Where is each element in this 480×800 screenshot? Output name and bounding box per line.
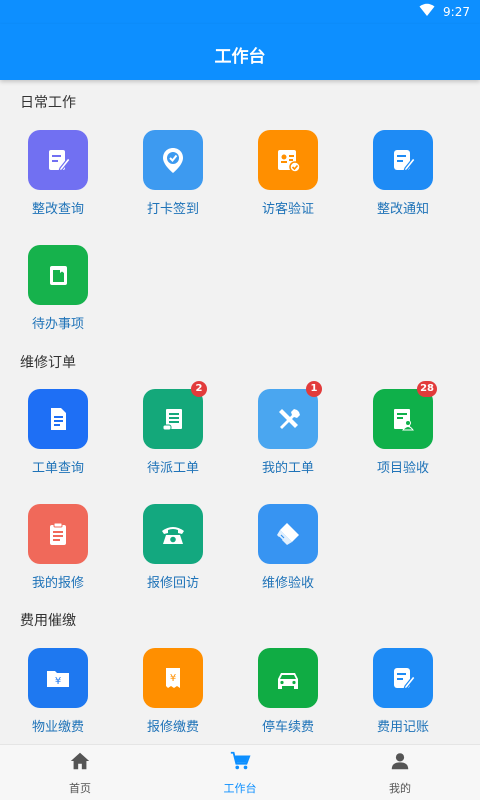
tile-todo[interactable]: 待办事项 — [13, 245, 103, 351]
status-icons: 9:27 — [419, 3, 470, 20]
badge-count: 2 — [191, 381, 207, 397]
wifi-icon — [419, 3, 435, 20]
brush-icon — [258, 504, 318, 564]
section-title-fees: 费用催缴 — [20, 613, 76, 629]
nav-item-profile[interactable]: 我的 — [320, 745, 480, 800]
cart-icon — [229, 750, 251, 776]
nav-item-home[interactable]: 首页 — [0, 745, 160, 800]
bottom-nav: 首页 工作台 我的 — [0, 744, 480, 800]
tile-visitor-verify[interactable]: 访客验证 — [243, 130, 333, 236]
tile-project-acceptance[interactable]: 28 项目验收 — [358, 381, 448, 495]
tile-label: 待办事项 — [31, 317, 84, 332]
tile-label: 我的报修 — [31, 576, 84, 591]
section-title-daily: 日常工作 — [20, 95, 76, 111]
status-bar: 9:27 — [0, 0, 480, 24]
tile-work-order-query[interactable]: 工单查询 — [13, 389, 103, 495]
tile-fee-bookkeeping[interactable]: 费用记账 — [358, 648, 448, 744]
tile-label: 我的工单 — [261, 461, 314, 476]
scroll-list-icon: 2 — [143, 381, 207, 449]
status-time: 9:27 — [443, 4, 470, 19]
tile-repair-fee[interactable]: ¥ 报修缴费 — [128, 648, 218, 744]
tile-label: 费用记账 — [376, 720, 429, 735]
clipboard-icon — [28, 504, 88, 564]
section-title-repair: 维修订单 — [20, 355, 76, 371]
yuan-folder-icon: ¥ — [28, 648, 88, 708]
nav-label: 首页 — [69, 781, 91, 795]
tile-rectification-query[interactable]: 整改查询 — [13, 130, 103, 236]
tile-label: 停车续费 — [261, 720, 314, 735]
visitor-id-icon — [258, 130, 318, 190]
tile-label: 报修缴费 — [146, 720, 199, 735]
page-title: 工作台 — [214, 47, 266, 67]
tools-icon: 1 — [258, 381, 322, 449]
telephone-icon — [143, 504, 203, 564]
tile-check-in[interactable]: 打卡签到 — [128, 130, 218, 236]
tile-label: 打卡签到 — [146, 202, 199, 217]
tile-my-work-orders[interactable]: 1 我的工单 — [243, 381, 333, 495]
tile-pending-dispatch[interactable]: 2 待派工单 — [128, 381, 218, 495]
tile-label: 整改通知 — [376, 202, 429, 217]
tile-repair-acceptance[interactable]: 维修验收 — [243, 504, 333, 610]
tile-rectification-notice[interactable]: 整改通知 — [358, 130, 448, 236]
document-icon — [28, 389, 88, 449]
nav-label: 我的 — [389, 781, 411, 795]
home-icon — [69, 750, 91, 776]
tile-label: 访客验证 — [261, 202, 314, 217]
app-bar: 工作台 — [0, 24, 480, 80]
yuan-receipt-icon: ¥ — [143, 648, 203, 708]
tile-label: 项目验收 — [376, 461, 429, 476]
user-doc-icon: 28 — [373, 381, 437, 449]
tile-label: 维修验收 — [261, 576, 314, 591]
edit-doc-icon — [373, 130, 433, 190]
tile-label: 物业缴费 — [31, 720, 84, 735]
workbench-content[interactable]: 日常工作 整改查询 打卡签到 访客验证 整改通知 待办事项 维修订单 工单查询 … — [0, 80, 480, 744]
car-icon — [258, 648, 318, 708]
nav-label: 工作台 — [223, 781, 257, 795]
svg-text:¥: ¥ — [55, 676, 61, 687]
tile-label: 整改查询 — [31, 202, 84, 217]
badge-count: 28 — [417, 381, 437, 397]
person-icon — [389, 750, 411, 776]
tile-repair-callback[interactable]: 报修回访 — [128, 504, 218, 610]
todo-book-icon — [28, 245, 88, 305]
svg-text:¥: ¥ — [170, 673, 176, 684]
tile-label: 工单查询 — [31, 461, 84, 476]
tile-my-repairs[interactable]: 我的报修 — [13, 504, 103, 610]
tile-parking-renewal[interactable]: 停车续费 — [243, 648, 333, 744]
edit-doc-icon — [373, 648, 433, 708]
tile-label: 待派工单 — [146, 461, 199, 476]
nav-item-workbench[interactable]: 工作台 — [160, 745, 320, 800]
badge-count: 1 — [306, 381, 322, 397]
edit-note-icon — [28, 130, 88, 190]
location-check-icon — [143, 130, 203, 190]
tile-property-fee[interactable]: ¥ 物业缴费 — [13, 648, 103, 744]
tile-label: 报修回访 — [146, 576, 199, 591]
